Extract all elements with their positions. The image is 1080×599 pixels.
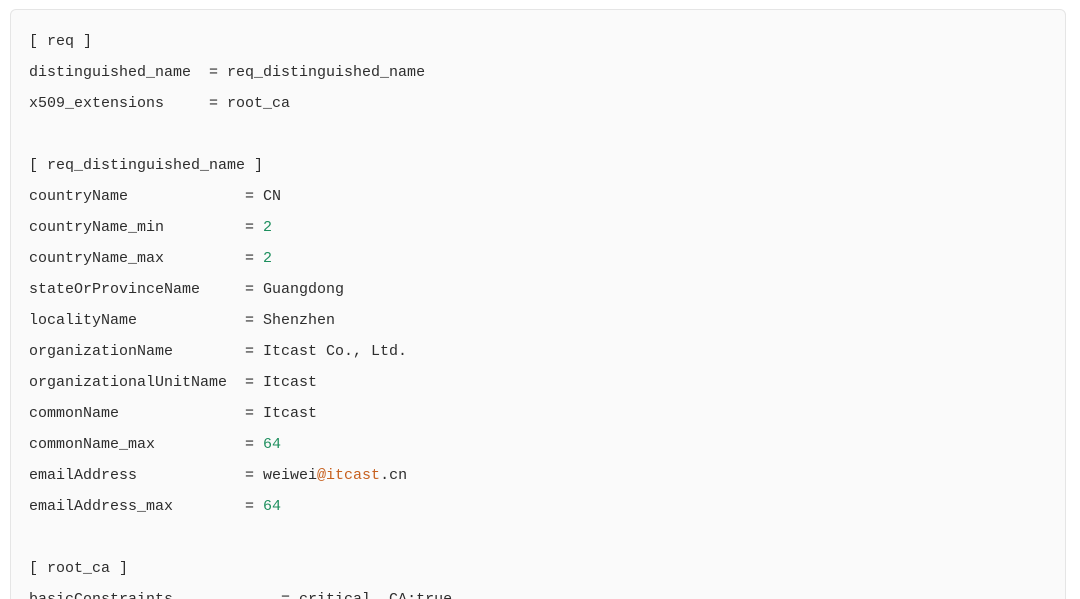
code-token: countryName = CN	[29, 188, 281, 205]
code-token: 64	[263, 436, 281, 453]
config-code: [ req ] distinguished_name = req_disting…	[29, 33, 452, 599]
code-token: countryName_max =	[29, 250, 263, 267]
config-code-block: [ req ] distinguished_name = req_disting…	[10, 9, 1066, 599]
code-token: stateOrProvinceName = Guangdong	[29, 281, 344, 298]
code-line: [ req_distinguished_name ]	[29, 157, 263, 174]
code-token: :	[407, 591, 416, 599]
code-token: organizationName = Itcast Co., Ltd.	[29, 343, 407, 360]
code-token: basicConstraints = critical, CA	[29, 591, 407, 599]
code-token: emailAddress_max =	[29, 498, 263, 515]
code-token: x509_extensions = root_ca	[29, 95, 290, 112]
code-line: basicConstraints = critical, CA:true	[29, 591, 452, 599]
code-token: 64	[263, 498, 281, 515]
code-line: distinguished_name = req_distinguished_n…	[29, 64, 425, 81]
code-line: organizationalUnitName = Itcast	[29, 374, 317, 391]
code-token: [ root_ca ]	[29, 560, 128, 577]
code-token: emailAddress = weiwei	[29, 467, 317, 484]
code-token: .cn	[380, 467, 407, 484]
code-line: localityName = Shenzhen	[29, 312, 335, 329]
code-line: emailAddress_max = 64	[29, 498, 281, 515]
code-token: distinguished_name = req_distinguished_n…	[29, 64, 425, 81]
code-token: [ req_distinguished_name ]	[29, 157, 263, 174]
code-token: organizationalUnitName = Itcast	[29, 374, 317, 391]
code-token: 2	[263, 250, 272, 267]
code-line: emailAddress = weiwei@itcast.cn	[29, 467, 407, 484]
code-line: organizationName = Itcast Co., Ltd.	[29, 343, 407, 360]
code-line: stateOrProvinceName = Guangdong	[29, 281, 344, 298]
code-token: [ req ]	[29, 33, 92, 50]
code-line: [ req ]	[29, 33, 92, 50]
code-token: true	[416, 591, 452, 599]
code-token: countryName_min =	[29, 219, 263, 236]
code-token: localityName = Shenzhen	[29, 312, 335, 329]
code-line: commonName_max = 64	[29, 436, 281, 453]
code-line: countryName_min = 2	[29, 219, 272, 236]
code-line: countryName = CN	[29, 188, 281, 205]
code-line: countryName_max = 2	[29, 250, 272, 267]
code-token: commonName_max =	[29, 436, 263, 453]
code-token: commonName = Itcast	[29, 405, 317, 422]
code-token: @itcast	[317, 467, 380, 484]
code-token: 2	[263, 219, 272, 236]
code-line: commonName = Itcast	[29, 405, 317, 422]
code-line: [ root_ca ]	[29, 560, 128, 577]
code-line: x509_extensions = root_ca	[29, 95, 290, 112]
